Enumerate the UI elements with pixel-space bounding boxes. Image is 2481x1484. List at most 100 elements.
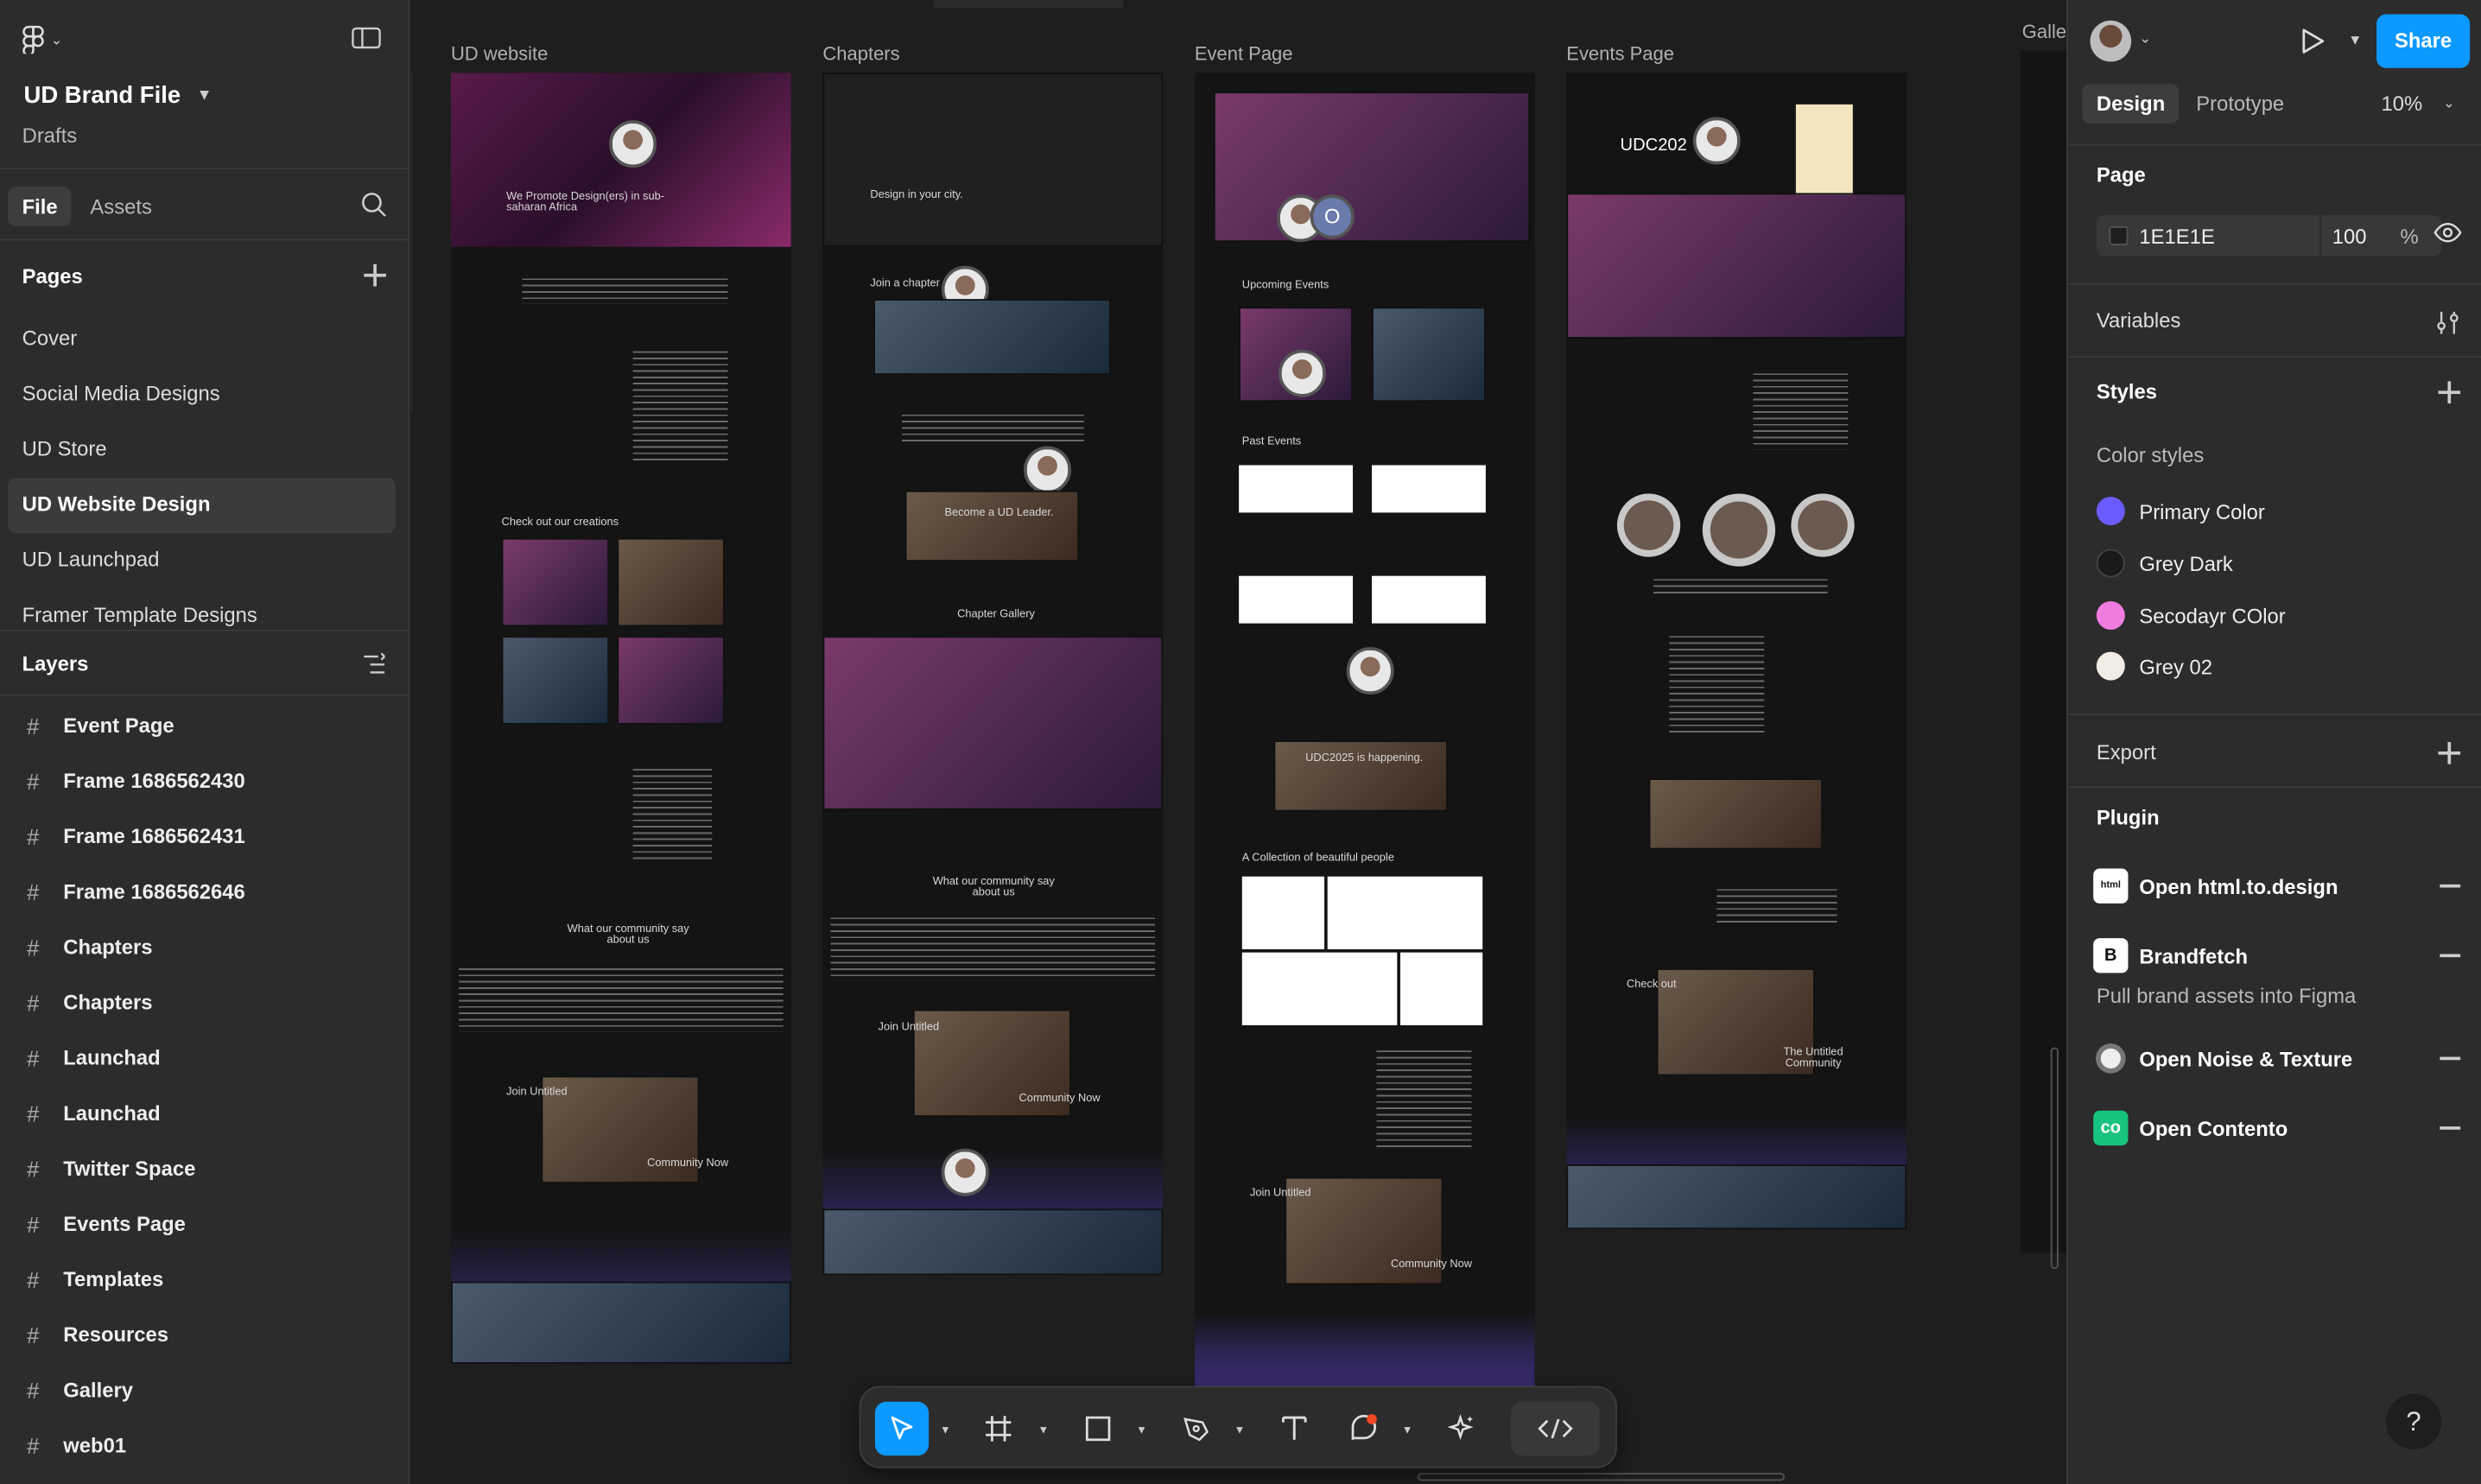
zoom-level[interactable]: 10% xyxy=(2382,92,2423,115)
remove-plugin-icon[interactable] xyxy=(2440,884,2461,887)
layer-item[interactable]: # Templates xyxy=(0,1252,409,1307)
color-swatch[interactable] xyxy=(2109,225,2129,245)
color-style-item[interactable]: Grey 02 xyxy=(2096,650,2212,682)
layer-item[interactable]: # Frame 1686562431 xyxy=(0,809,409,864)
plugin-item[interactable]: B Brandfetch xyxy=(2093,936,2461,974)
help-button[interactable]: ? xyxy=(2386,1393,2442,1449)
canvas-vertical-scrollbar[interactable] xyxy=(2050,1047,2059,1269)
chevron-down-icon[interactable]: ⌄ xyxy=(2443,95,2455,112)
frame-label-chapters[interactable]: Chapters xyxy=(822,42,899,65)
fill-opacity-value[interactable]: 100 xyxy=(2332,225,2367,248)
tab-design[interactable]: Design xyxy=(2082,84,2180,124)
frame-chapters[interactable]: Design in your city. Join a chapter Beco… xyxy=(822,73,1164,1276)
variables-settings-icon[interactable] xyxy=(2435,310,2460,343)
frame-label-ud-website[interactable]: UD website xyxy=(451,42,548,65)
layers-list: # Event Page # Frame 1686562430 # Frame 168… xyxy=(0,698,409,1473)
layer-item[interactable]: # Launchad xyxy=(0,1030,409,1085)
tab-file[interactable]: File xyxy=(8,187,73,226)
file-name[interactable]: UD Brand File ▼ xyxy=(23,82,212,109)
color-style-item[interactable]: Secodayr COlor xyxy=(2096,599,2286,631)
remove-plugin-icon[interactable] xyxy=(2440,1056,2461,1060)
file-location[interactable]: Drafts xyxy=(22,124,78,147)
frame-icon: # xyxy=(27,823,40,849)
page-item-ud-website-design[interactable]: UD Website Design xyxy=(8,478,396,534)
frame-tool-button[interactable] xyxy=(972,1402,1025,1455)
chevron-down-icon[interactable]: ▼ xyxy=(1234,1425,1246,1436)
layer-item[interactable]: # Frame 1686562430 xyxy=(0,753,409,809)
text-tool-button[interactable] xyxy=(1267,1402,1321,1455)
chevron-down-icon[interactable]: ▼ xyxy=(1402,1425,1413,1436)
frame-label-events-page[interactable]: Events Page xyxy=(1566,42,1674,65)
hero-title: UDC202 xyxy=(1620,136,1687,155)
plugin-item[interactable]: html Open html.to.design xyxy=(2093,867,2461,905)
remove-plugin-icon[interactable] xyxy=(2440,954,2461,957)
chevron-down-icon[interactable]: ▼ xyxy=(940,1425,951,1436)
collection-card xyxy=(1327,876,1483,949)
cursor-arrow-icon xyxy=(891,1416,913,1440)
dev-mode-toggle[interactable] xyxy=(1511,1401,1600,1456)
testimonials xyxy=(830,917,1156,981)
page-item-ud-store[interactable]: UD Store xyxy=(8,422,396,478)
avatar[interactable] xyxy=(2090,20,2132,62)
pen-tool-button[interactable] xyxy=(1170,1402,1223,1455)
search-icon[interactable] xyxy=(361,192,388,226)
shape-tool-button[interactable] xyxy=(1071,1402,1125,1455)
main-menu-button[interactable]: ⌄ xyxy=(22,25,62,54)
canvas[interactable]: UD website We Promote Design(ers) in sub… xyxy=(411,0,2067,1484)
page-background-fill[interactable]: 1E1E1E 100 % xyxy=(2096,215,2442,257)
panel-toggle-icon[interactable] xyxy=(352,25,384,58)
plugin-item[interactable]: Open Noise & Texture xyxy=(2093,1039,2461,1077)
footer-collage xyxy=(1566,1164,1907,1230)
chevron-down-icon[interactable]: ⌄ xyxy=(2139,30,2151,48)
canvas-horizontal-scrollbar[interactable] xyxy=(1418,1473,1786,1481)
page-item-framer-template-designs[interactable]: Framer Template Designs xyxy=(8,588,396,628)
comment-tool-button[interactable] xyxy=(1337,1402,1391,1455)
layer-item[interactable]: # Resources xyxy=(0,1307,409,1362)
plugin-item[interactable]: co Open Contento xyxy=(2093,1109,2461,1147)
frame-icon: # xyxy=(27,1377,40,1403)
chevron-down-icon[interactable]: ▼ xyxy=(1038,1425,1050,1436)
color-style-item[interactable]: Grey Dark xyxy=(2096,548,2233,580)
page-item-social-media-designs[interactable]: Social Media Designs xyxy=(8,367,396,422)
frame-events-page[interactable]: UDC202 Check out The Untitled Community xyxy=(1566,73,1907,1230)
layer-item[interactable]: # Chapters xyxy=(0,919,409,974)
color-style-item[interactable]: Primary Color xyxy=(2096,495,2265,527)
gallery-heading: Chapter Gallery xyxy=(957,609,1035,620)
move-tool-button[interactable] xyxy=(874,1401,930,1456)
share-button[interactable]: Share xyxy=(2376,14,2471,68)
present-play-icon[interactable] xyxy=(2300,27,2326,63)
layer-item[interactable]: # Launchad xyxy=(0,1085,409,1140)
layer-item[interactable]: # Events Page xyxy=(0,1196,409,1252)
collapse-layers-icon[interactable] xyxy=(362,652,387,685)
frame-label-event-page[interactable]: Event Page xyxy=(1195,42,1293,65)
layer-item[interactable]: # Event Page xyxy=(0,698,409,753)
add-page-icon[interactable] xyxy=(364,263,386,287)
add-style-icon[interactable] xyxy=(2438,381,2461,404)
fill-hex-value[interactable]: 1E1E1E xyxy=(2139,225,2214,248)
layer-item[interactable]: # Chapters xyxy=(0,974,409,1030)
eye-icon[interactable] xyxy=(2433,221,2462,251)
layer-item[interactable]: # Frame 1686562646 xyxy=(0,864,409,919)
layer-item[interactable]: # web01 xyxy=(0,1417,409,1473)
chevron-down-icon[interactable]: ▼ xyxy=(1136,1425,1147,1436)
layer-name: Launchad xyxy=(63,1100,161,1126)
frame-label-gallery[interactable]: Galle xyxy=(2022,21,2066,43)
udc-banner xyxy=(1273,740,1448,812)
actions-tool-button[interactable] xyxy=(1435,1402,1488,1455)
page-item-cover[interactable]: Cover xyxy=(8,312,396,367)
frame-gallery[interactable] xyxy=(2020,50,2067,1253)
frame-event-page[interactable]: O Upcoming Events Past Events UDC2025 is… xyxy=(1194,73,1535,1386)
hero-heading: Design in your city. xyxy=(870,189,963,201)
frame-ud-website[interactable]: We Promote Design(ers) in sub-saharan Af… xyxy=(451,73,791,1364)
layer-item[interactable]: # Twitter Space xyxy=(0,1141,409,1196)
layer-item[interactable]: # Gallery xyxy=(0,1362,409,1417)
page-item-ud-launchpad[interactable]: UD Launchpad xyxy=(8,533,396,588)
figma-logo-icon xyxy=(22,25,44,54)
frame-icon xyxy=(986,1416,1012,1442)
add-export-icon[interactable] xyxy=(2438,742,2461,764)
remove-plugin-icon[interactable] xyxy=(2440,1126,2461,1129)
tab-prototype[interactable]: Prototype xyxy=(2182,84,2299,124)
chevron-down-icon[interactable]: ▼ xyxy=(2348,32,2362,48)
frame-icon: # xyxy=(27,1155,40,1182)
tab-assets[interactable]: Assets xyxy=(76,187,166,226)
